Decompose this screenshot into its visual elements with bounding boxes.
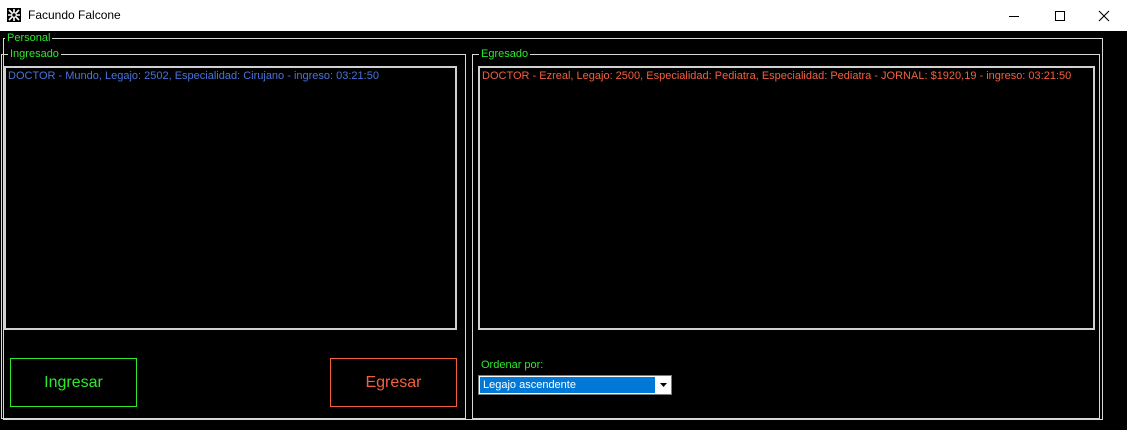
app-icon xyxy=(7,8,21,22)
maximize-icon xyxy=(1055,11,1065,21)
dropdown-button[interactable] xyxy=(656,376,671,394)
list-item[interactable]: DOCTOR - Mundo, Legajo: 2502, Especialid… xyxy=(8,69,379,83)
personal-group-label: Personal xyxy=(5,31,53,45)
egresar-button[interactable]: Egresar xyxy=(330,358,457,407)
maximize-button[interactable] xyxy=(1037,0,1083,31)
ingresar-button[interactable]: Ingresar xyxy=(10,358,137,407)
main-window: Facundo Falcone Personal Ingresado Egres… xyxy=(0,0,1127,430)
minimize-button[interactable] xyxy=(991,0,1037,31)
window-title: Facundo Falcone xyxy=(28,8,121,22)
close-icon xyxy=(1098,10,1110,22)
order-by-label: Ordenar por: xyxy=(481,359,544,371)
order-by-select[interactable]: Legajo ascendente xyxy=(478,375,672,395)
minimize-icon xyxy=(1009,16,1019,17)
ingresado-listbox[interactable]: DOCTOR - Mundo, Legajo: 2502, Especialid… xyxy=(4,66,457,330)
list-item[interactable]: DOCTOR - Ezreal, Legajo: 2500, Especiali… xyxy=(482,69,1071,83)
egresado-listbox[interactable]: DOCTOR - Ezreal, Legajo: 2500, Especiali… xyxy=(478,66,1095,330)
close-button[interactable] xyxy=(1081,0,1127,31)
chevron-down-icon xyxy=(660,383,667,387)
ingresado-group-label: Ingresado xyxy=(8,47,61,61)
title-bar[interactable]: Facundo Falcone xyxy=(0,0,1127,31)
egresado-group-label: Egresado xyxy=(479,47,531,61)
order-by-selected-value: Legajo ascendente xyxy=(480,377,655,393)
